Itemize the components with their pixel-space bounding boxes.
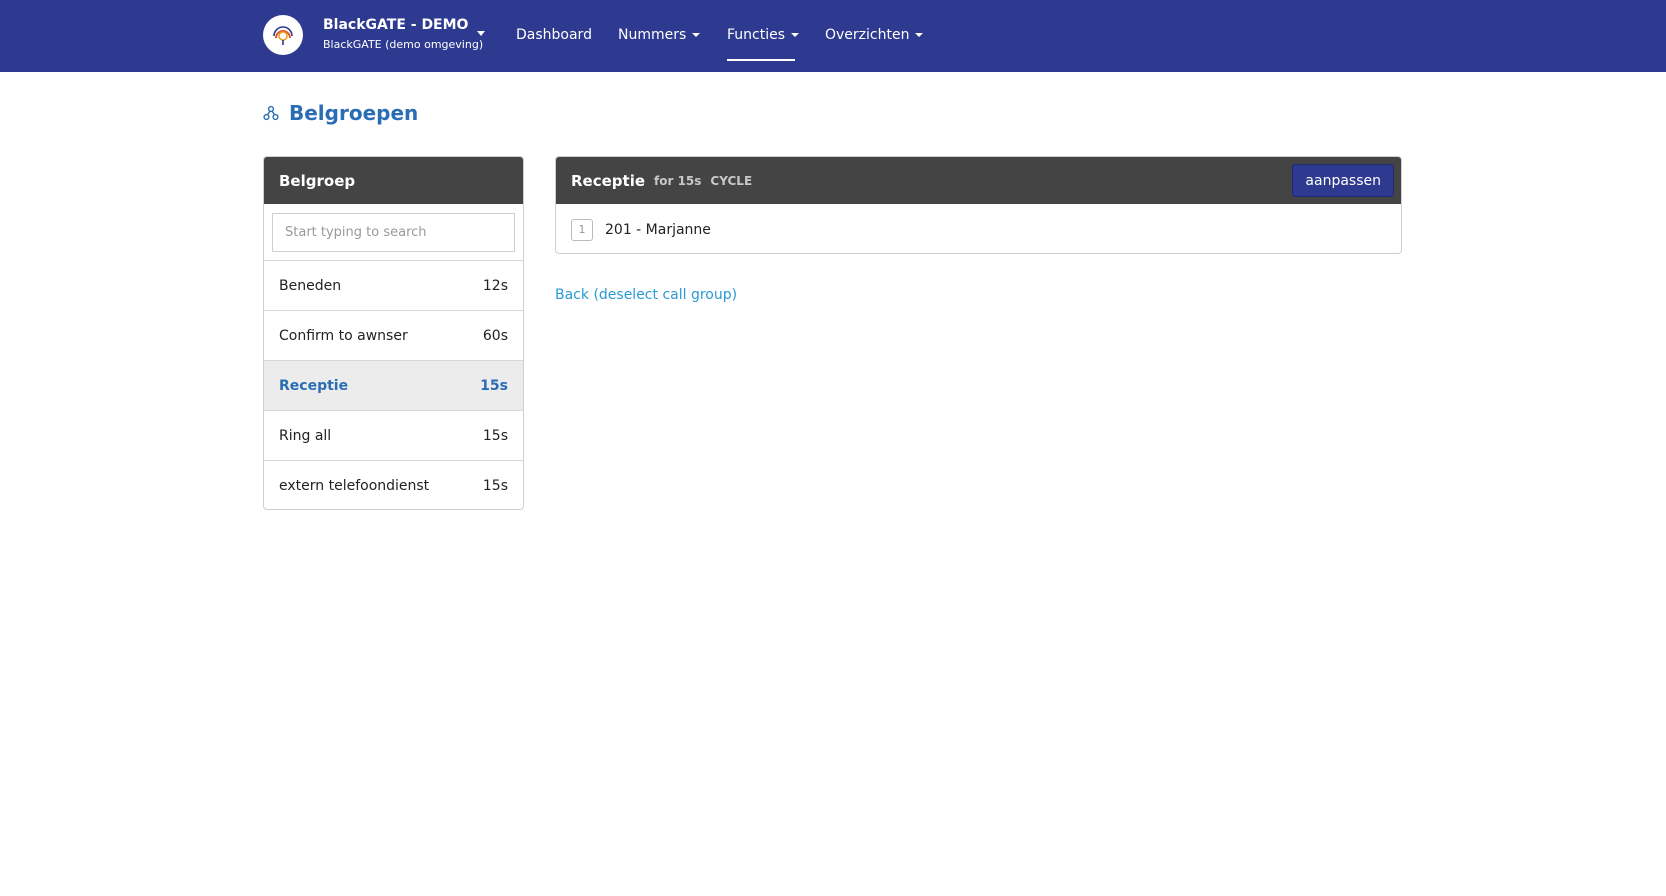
nav-functies-label: Functies	[727, 27, 786, 43]
caret-down-icon	[692, 33, 701, 37]
callgroup-time: 15s	[482, 427, 508, 444]
callgroup-name: Beneden	[279, 277, 342, 294]
brand-subtitle: BlackGATE (demo omgeving)	[323, 38, 484, 51]
member-order-badge: 1	[571, 218, 593, 241]
callgroup-detail-header: Receptie for 15s CYCLE aanpassen	[556, 157, 1401, 204]
back-link[interactable]: Back (deselect call group)	[555, 287, 737, 303]
nav-overzichten[interactable]: Overzichten	[825, 25, 924, 45]
callgroup-item[interactable]: Beneden 12s	[264, 261, 523, 311]
caret-down-icon	[791, 33, 800, 37]
page-title: Belgroepen	[263, 101, 418, 125]
brand[interactable]: BlackGATE - DEMO BlackGATE (demo omgevin…	[323, 16, 483, 53]
callgroup-time: 12s	[482, 277, 508, 294]
callgroup-name: extern telefoondienst	[279, 478, 430, 494]
search-input[interactable]	[272, 213, 515, 252]
page-title-text: Belgroepen	[289, 101, 419, 125]
callgroup-item-selected[interactable]: Receptie 15s	[264, 361, 523, 411]
brand-dropdown-caret-icon[interactable]	[477, 31, 485, 36]
callgroup-item[interactable]: Confirm to awnser 60s	[264, 311, 523, 361]
nav-nummers-label: Nummers	[618, 27, 687, 43]
callgroup-time: 15s	[482, 478, 508, 494]
callgroup-item[interactable]: extern telefoondienst 15s	[264, 461, 523, 509]
callgroup-name: Ring all	[279, 427, 332, 444]
nav-functies[interactable]: Functies	[727, 25, 800, 45]
nav-dashboard[interactable]: Dashboard	[516, 25, 592, 45]
nav-active-indicator	[727, 59, 795, 61]
brand-logo[interactable]	[263, 15, 303, 55]
callgroup-time: 15s	[480, 377, 508, 394]
callgroup-strategy: CYCLE	[710, 173, 753, 188]
caret-down-icon	[915, 33, 924, 37]
nav-dashboard-label: Dashboard	[516, 27, 592, 43]
callgroup-time: 60s	[482, 327, 508, 344]
brand-title: BlackGATE - DEMO	[323, 17, 469, 33]
callgroup-item[interactable]: Ring all 15s	[264, 411, 523, 461]
edit-button[interactable]: aanpassen	[1292, 164, 1394, 197]
callgroup-name: Confirm to awnser	[279, 327, 408, 344]
callgroup-duration: for 15s	[654, 173, 702, 188]
sitemap-icon	[263, 105, 279, 121]
top-navbar: BlackGATE - DEMO BlackGATE (demo omgevin…	[0, 0, 1666, 72]
headset-cloud-icon	[273, 26, 293, 45]
member-label: 201 - Marjanne	[605, 221, 711, 238]
nav-nummers[interactable]: Nummers	[618, 25, 701, 45]
callgroup-name: Receptie	[279, 377, 349, 394]
callgroup-list-heading: Belgroep	[264, 157, 523, 204]
callgroup-detail-title: Receptie	[571, 171, 646, 190]
search-wrapper	[264, 204, 523, 261]
nav-overzichten-label: Overzichten	[825, 27, 910, 43]
member-row: 1 201 - Marjanne	[556, 204, 1401, 253]
callgroup-list-panel: Belgroep Beneden 12s Confirm to awnser 6…	[263, 156, 524, 510]
callgroup-detail-panel: Receptie for 15s CYCLE aanpassen 1 201 -…	[555, 156, 1402, 254]
